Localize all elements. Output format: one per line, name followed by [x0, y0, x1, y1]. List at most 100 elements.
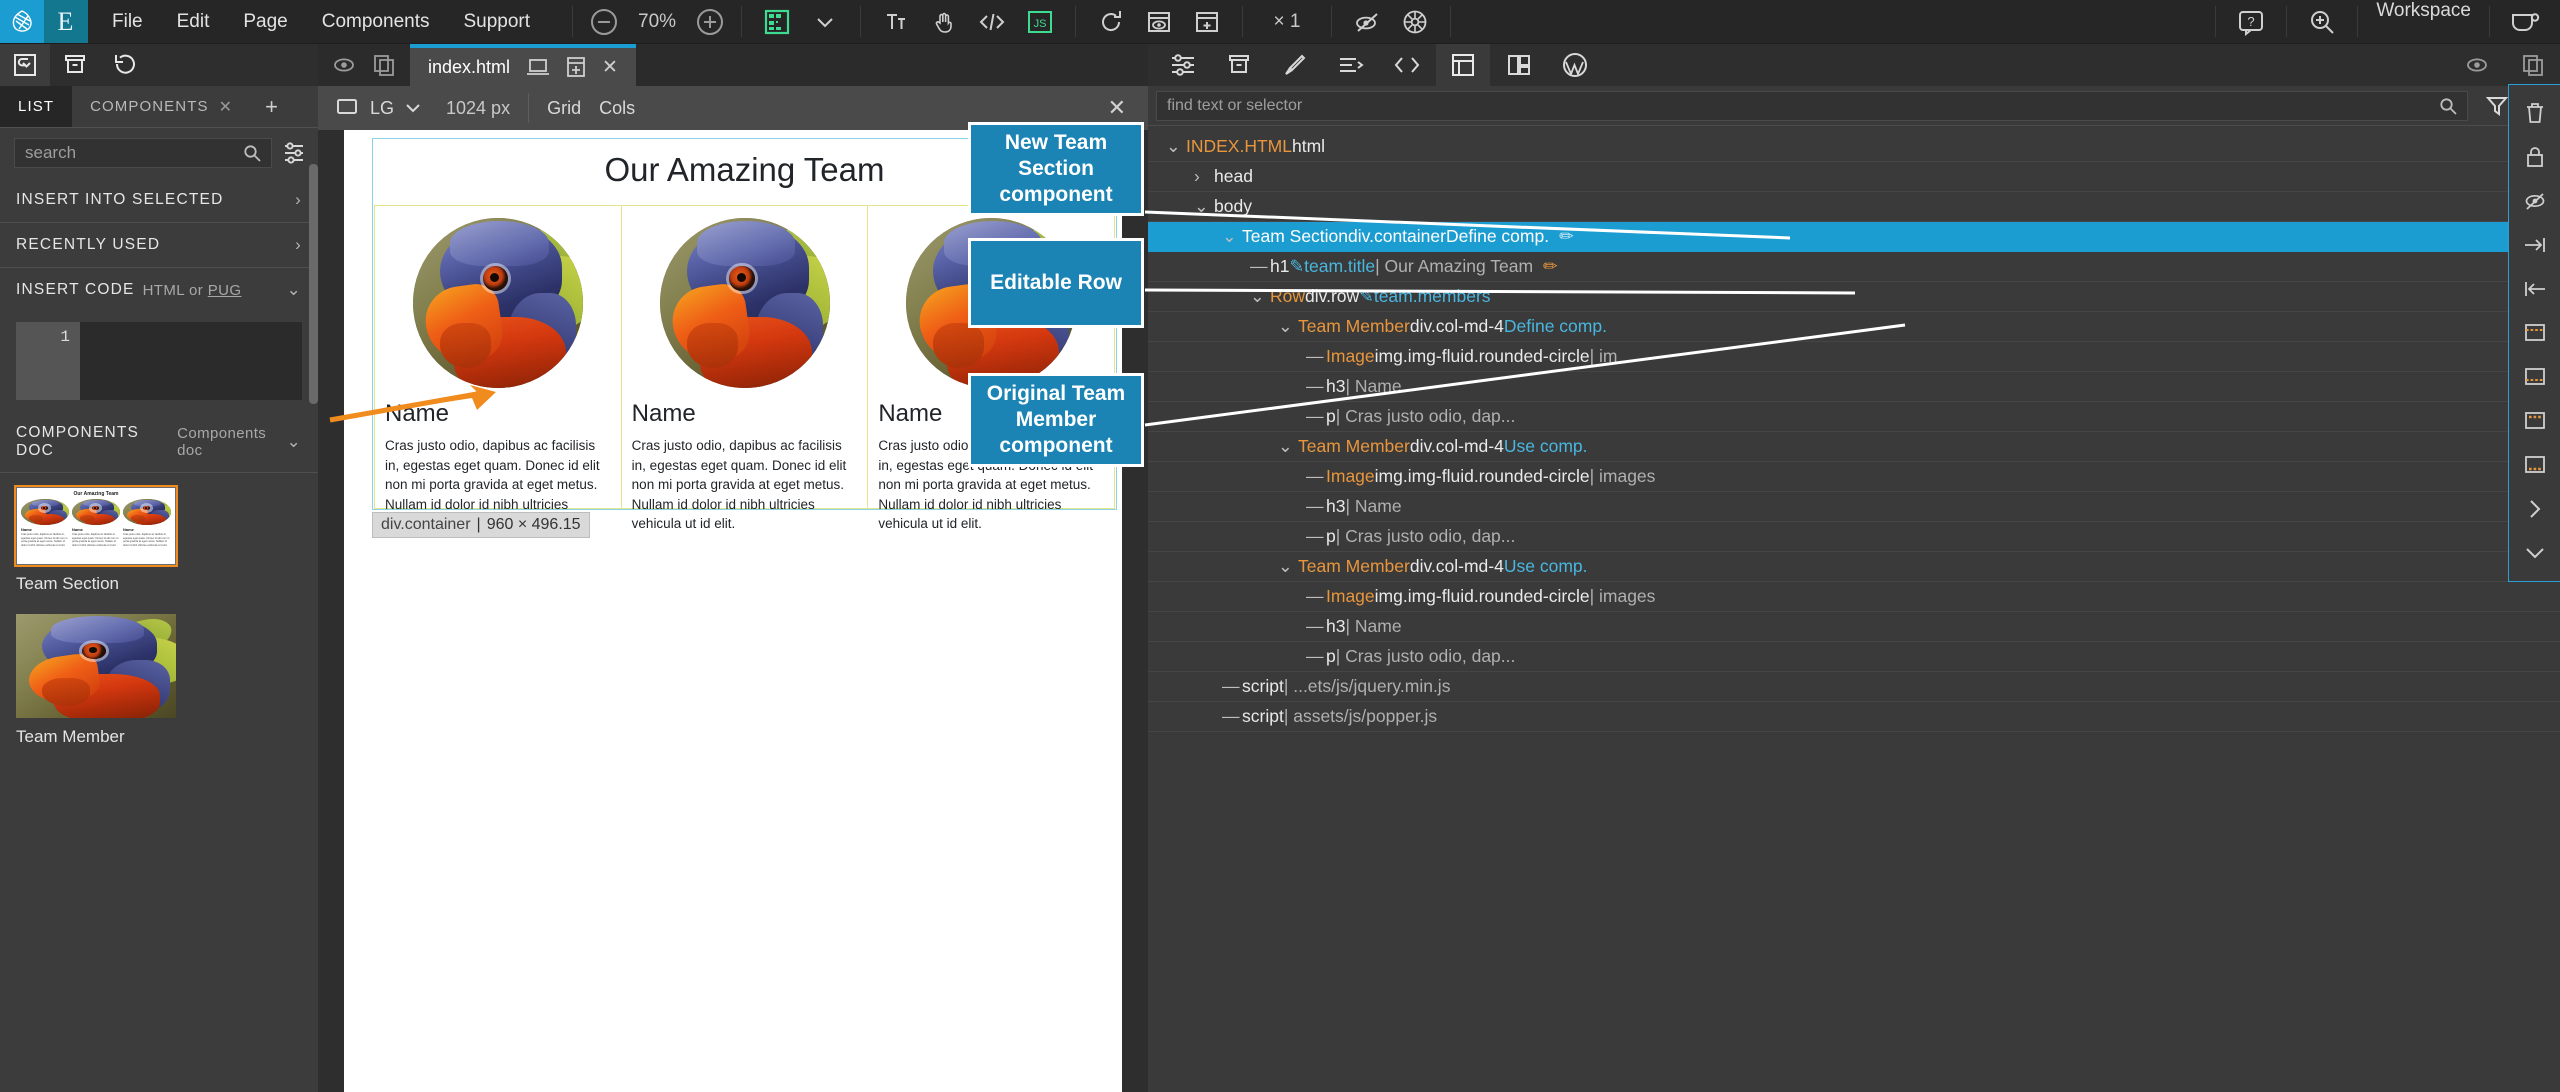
duplicate-view-icon[interactable]	[372, 53, 396, 77]
chevron-down-icon[interactable]	[808, 5, 842, 39]
code-editor[interactable]: 1	[16, 322, 302, 400]
insert-below-icon[interactable]	[2513, 355, 2557, 399]
tree-node[interactable]: › head	[1148, 162, 2560, 192]
close-icon[interactable]: ✕	[219, 97, 234, 117]
code-panel-icon[interactable]	[1380, 44, 1434, 86]
leaf-dash-icon[interactable]: —	[1306, 526, 1326, 547]
editor-logo-icon[interactable]: E	[44, 0, 88, 43]
member-name[interactable]: Name	[385, 400, 611, 428]
hide-eye-icon[interactable]	[1350, 5, 1384, 39]
leaf-dash-icon[interactable]: —	[1306, 616, 1326, 637]
tree-node[interactable]: — Image img.img-fluid.rounded-circle | im…	[1148, 582, 2560, 612]
tree-node[interactable]: — Image img.img-fluid.rounded-circle | im	[1148, 342, 2560, 372]
menu-components[interactable]: Components	[320, 7, 432, 37]
laptop-icon[interactable]	[526, 57, 550, 77]
close-tab-icon[interactable]: ✕	[602, 56, 618, 79]
zoom-out-button[interactable]	[591, 8, 618, 35]
leaf-dash-icon[interactable]: —	[1306, 496, 1326, 517]
pug-link[interactable]: PUG	[208, 282, 242, 299]
menu-file[interactable]: File	[110, 7, 145, 37]
indent-right-icon[interactable]	[2513, 223, 2557, 267]
workspace-button[interactable]: Workspace	[2358, 0, 2489, 43]
tree-node[interactable]: — h3 | Name	[1148, 492, 2560, 522]
leaf-dash-icon[interactable]: —	[1306, 406, 1326, 427]
pages-icon[interactable]	[1492, 44, 1546, 86]
style-brush-icon[interactable]	[1268, 44, 1322, 86]
grid-layout-icon[interactable]	[760, 5, 794, 39]
tab-components[interactable]: COMPONENTS ✕	[72, 86, 251, 127]
chevron-right-icon[interactable]: ›	[1194, 166, 1214, 187]
close-viewport-icon[interactable]: ✕	[1086, 95, 1148, 121]
leaf-dash-icon[interactable]: —	[1306, 376, 1326, 397]
help-icon[interactable]: ?	[2234, 5, 2268, 39]
leaf-dash-icon[interactable]: —	[1222, 706, 1242, 727]
tag-filter-icon[interactable]	[2484, 94, 2510, 118]
indent-left-icon[interactable]	[2513, 267, 2557, 311]
cols-toggle[interactable]: Cols	[599, 86, 653, 130]
tree-node[interactable]: — script | assets/js/popper.js	[1148, 702, 2560, 732]
menu-edit[interactable]: Edit	[175, 7, 212, 37]
visibility-eye-icon[interactable]	[332, 55, 356, 75]
leaf-dash-icon[interactable]: —	[1306, 646, 1326, 667]
zoom-search-icon[interactable]	[2305, 5, 2339, 39]
member-avatar[interactable]	[412, 218, 583, 388]
section-recently-used[interactable]: RECENTLY USED ›	[0, 223, 318, 268]
tree-node[interactable]: ⌄ body	[1148, 192, 2560, 222]
section-insert-code[interactable]: INSERT CODE HTML or PUG ⌄	[0, 268, 318, 312]
section-insert-into-selected[interactable]: INSERT INTO SELECTED ›	[0, 178, 318, 223]
chevron-down-icon[interactable]: ⌄	[1222, 226, 1242, 247]
team-section-thumbnail[interactable]: Our Amazing Team Name Cras justo odio, d…	[14, 485, 178, 567]
move-next-icon[interactable]	[2513, 487, 2557, 531]
team-member-1[interactable]: Name Cras justo odio, dapibus ac facilis…	[375, 206, 622, 531]
hand-tool-icon[interactable]	[927, 5, 961, 39]
multiplier-value[interactable]: × 1	[1261, 11, 1313, 33]
undo-icon[interactable]	[100, 44, 150, 86]
member-name[interactable]: Name	[632, 400, 858, 428]
member-text[interactable]: Cras justo odio, dapibus ac facilisis in…	[632, 436, 858, 534]
coffee-cup-icon[interactable]	[2508, 5, 2542, 39]
tree-node[interactable]: ⌄ Row div.row ✎ team.members	[1148, 282, 2560, 312]
filter-icon[interactable]	[282, 142, 306, 164]
add-view-icon[interactable]	[564, 55, 588, 79]
tab-list[interactable]: LIST	[0, 86, 73, 127]
properties-sliders-icon[interactable]	[1156, 44, 1210, 86]
menu-support[interactable]: Support	[461, 7, 532, 37]
team-member-thumbnail[interactable]	[16, 614, 176, 718]
left-panel-scrollbar[interactable]	[309, 164, 318, 404]
list-align-icon[interactable]	[1324, 44, 1378, 86]
member-avatar[interactable]	[659, 218, 830, 388]
chevron-down-icon[interactable]: ⌄	[1278, 316, 1298, 337]
hide-element-icon[interactable]	[2513, 179, 2557, 223]
tree-node[interactable]: ⌄ INDEX.HTML html	[1148, 132, 2560, 162]
search-input[interactable]: search	[14, 138, 272, 168]
reload-icon[interactable]	[1094, 5, 1128, 39]
code-view-icon[interactable]	[975, 5, 1009, 39]
insert-inside-bottom-icon[interactable]	[2513, 443, 2557, 487]
text-edit-icon[interactable]	[879, 5, 913, 39]
insert-above-icon[interactable]	[2513, 311, 2557, 355]
new-window-icon[interactable]	[1190, 5, 1224, 39]
leaf-dash-icon[interactable]: —	[1306, 346, 1326, 367]
tree-node[interactable]: ⌄ Team Section div.container Define comp.…	[1148, 222, 2560, 252]
tree-node[interactable]: — h3 | Name	[1148, 372, 2560, 402]
chevron-down-icon[interactable]: ⌄	[1278, 556, 1298, 577]
tab-index-html[interactable]: index.html ✕	[410, 44, 636, 86]
insert-inside-top-icon[interactable]	[2513, 399, 2557, 443]
settings-wheel-icon[interactable]	[1398, 5, 1432, 39]
library-icon[interactable]	[50, 44, 100, 86]
insert-icon[interactable]	[0, 44, 50, 86]
tree-node[interactable]: — script | ...ets/js/jquery.min.js	[1148, 672, 2560, 702]
list-item[interactable]: Our Amazing Team Name Cras justo odio, d…	[0, 481, 318, 608]
breakpoint-selector[interactable]: LG 1024 px	[318, 86, 528, 130]
tree-node[interactable]: ⌄ Team Member div.col-md-4 Define comp.	[1148, 312, 2560, 342]
leaf-dash-icon[interactable]: —	[1306, 466, 1326, 487]
panel-duplicate-icon[interactable]	[2506, 44, 2560, 86]
chevron-down-icon[interactable]: ⌄	[1194, 196, 1214, 217]
tree-node[interactable]: ⌄ Team Member div.col-md-4 Use comp.	[1148, 432, 2560, 462]
leaf-dash-icon[interactable]: —	[1250, 256, 1270, 277]
move-down-icon[interactable]	[2513, 531, 2557, 575]
library-panel-icon[interactable]	[1212, 44, 1266, 86]
chevron-down-icon[interactable]: ⌄	[1166, 136, 1186, 157]
menu-page[interactable]: Page	[241, 7, 289, 37]
tree-node[interactable]: — h3 | Name	[1148, 612, 2560, 642]
